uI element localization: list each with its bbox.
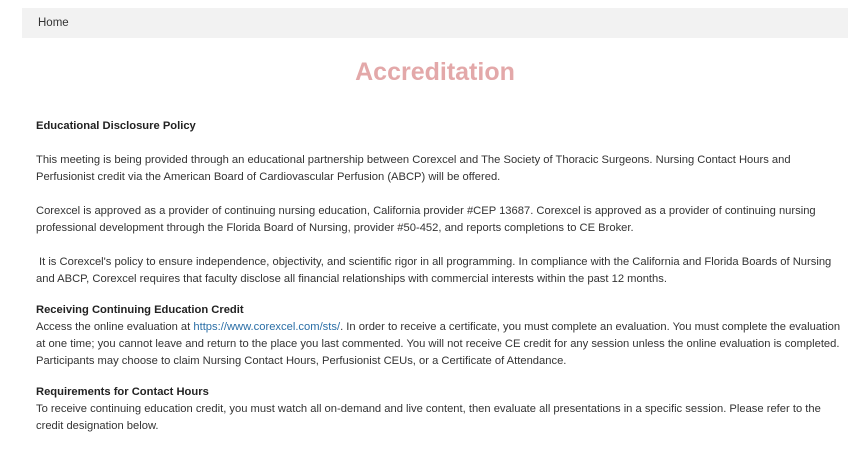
disclosure-paragraph-2: Corexcel is approved as a provider of co… <box>36 205 816 234</box>
evaluation-link[interactable]: https://www.corexcel.com/sts/ <box>193 321 340 333</box>
breadcrumb-home-link[interactable]: Home <box>38 17 69 29</box>
disclosure-paragraph-1: This meeting is being provided through a… <box>36 154 791 183</box>
disclosure-paragraph-3: It is Corexcel's policy to ensure indepe… <box>36 256 832 285</box>
requirements-heading: Requirements for Contact Hours <box>36 386 209 398</box>
disclosure-heading: Educational Disclosure Policy <box>36 120 196 132</box>
main-content: Educational Disclosure Policy This meeti… <box>36 118 848 435</box>
page-title: Accreditation <box>355 58 515 86</box>
receiving-credit-paragraph: Access the online evaluation at https://… <box>36 319 848 370</box>
breadcrumb: Home <box>22 8 848 38</box>
receiving-text-before-link: Access the online evaluation at <box>36 321 194 333</box>
receiving-credit-heading: Receiving Continuing Education Credit <box>36 304 244 316</box>
requirements-paragraph: To receive continuing education credit, … <box>36 403 821 432</box>
